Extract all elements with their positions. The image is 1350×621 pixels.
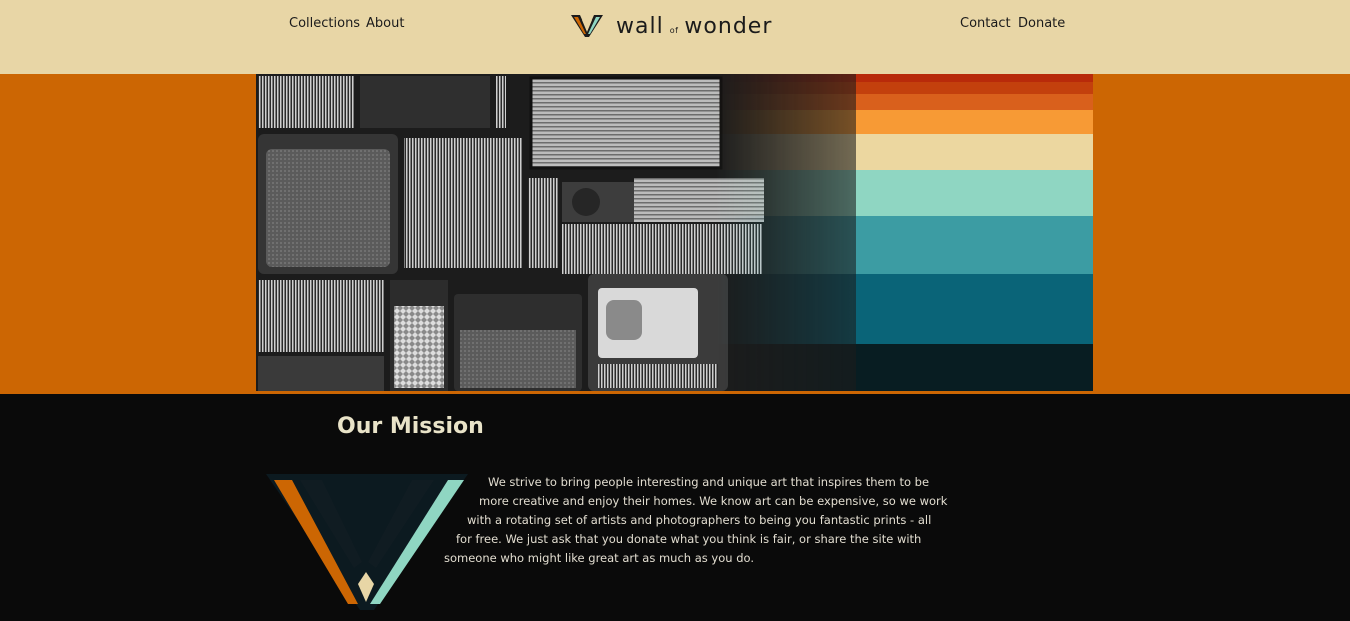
logo-word-wonder: wonder [684, 13, 773, 39]
mission-line: more creative and enjoy their homes. We … [479, 494, 948, 508]
mission-paragraph: We strive to bring people interesting an… [440, 473, 948, 568]
mission-line: with a rotating set of artists and photo… [467, 513, 932, 527]
nav-collections-link[interactable]: Collections [289, 16, 360, 31]
site-logo[interactable]: wall of wonder [570, 12, 772, 40]
mission-line: someone who might like great art as much… [444, 551, 754, 565]
mission-line: for free. We just ask that you donate wh… [456, 532, 922, 546]
logo-word-of: of [669, 25, 679, 35]
site-header: Collections About wall of wonder Contact… [0, 0, 1350, 74]
hero-image [256, 74, 1093, 391]
logo-word-wall: wall [616, 13, 664, 39]
music-wall-photo [256, 74, 856, 391]
nav-about-link[interactable]: About [366, 16, 404, 31]
nav-donate-link[interactable]: Donate [1018, 16, 1065, 31]
nav-contact-link[interactable]: Contact [960, 16, 1011, 31]
logo-wordmark: wall of wonder [616, 14, 772, 39]
mission-line: We strive to bring people interesting an… [488, 475, 930, 489]
mission-title: Our Mission [337, 414, 484, 439]
logo-mark-icon [571, 15, 603, 37]
